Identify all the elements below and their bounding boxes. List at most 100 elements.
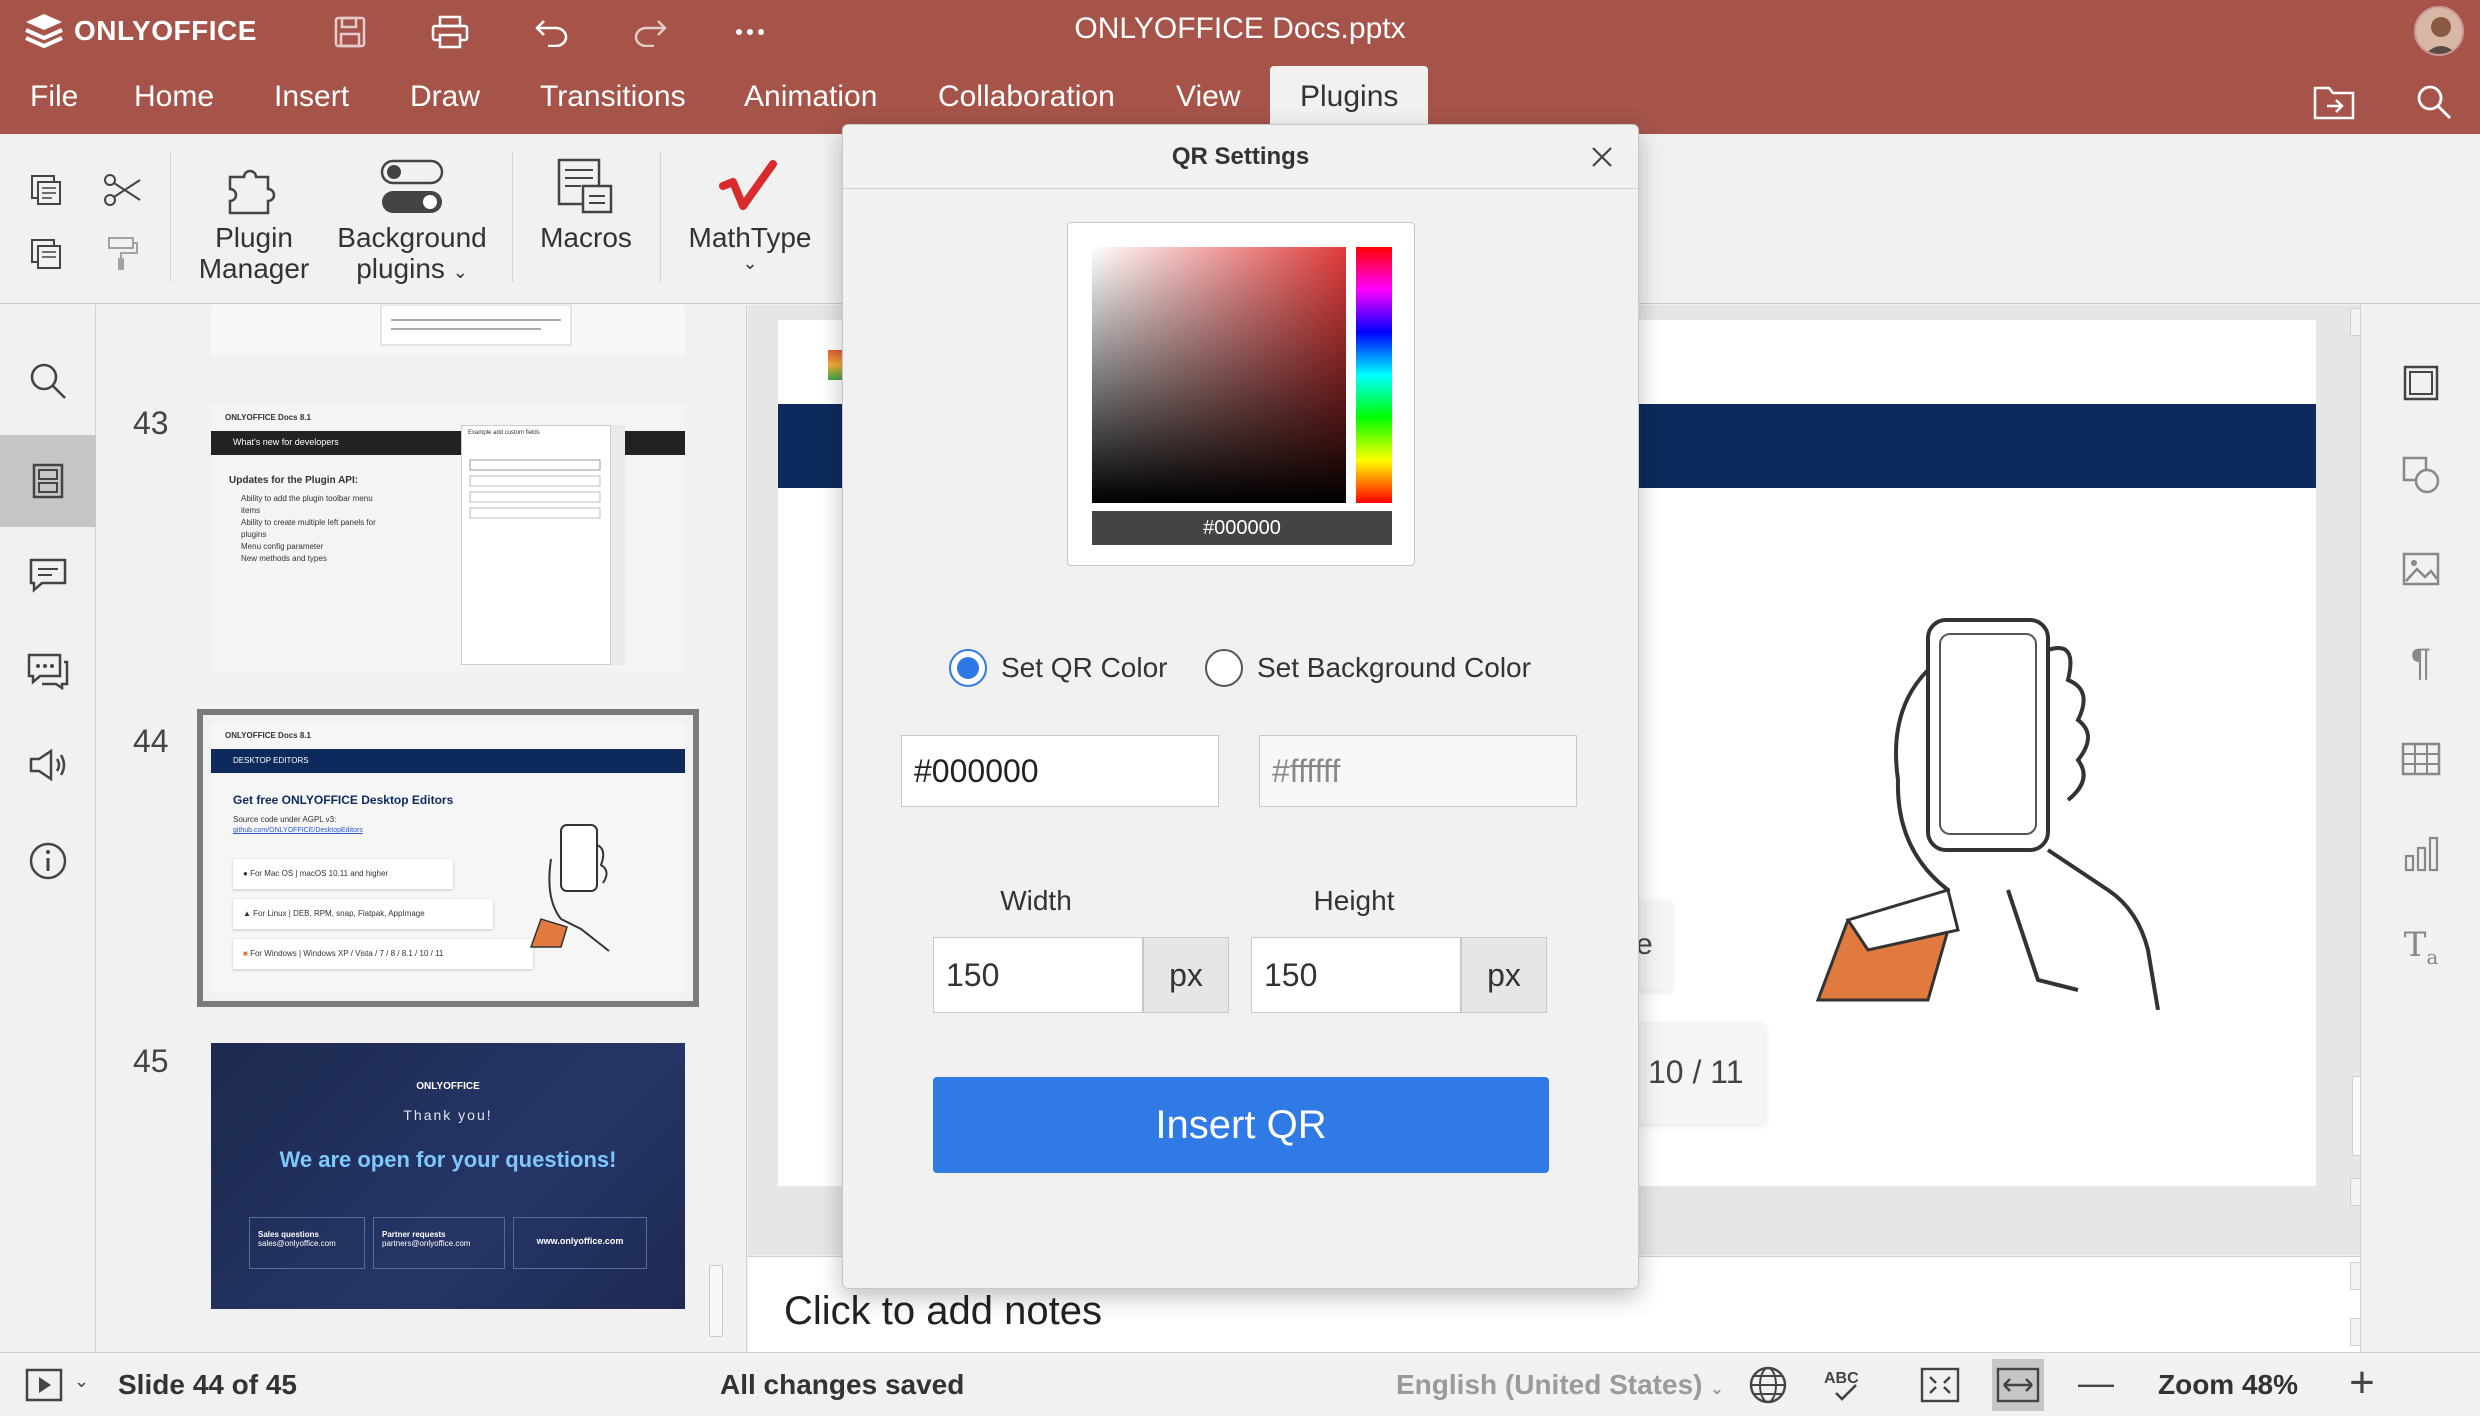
macros-button[interactable]: Macros (536, 154, 636, 253)
slides-panel: 43 ONLYOFFICE Docs 8.1 What's new for de… (97, 305, 747, 1352)
width-label: Width (1000, 885, 1072, 916)
puzzle-icon (219, 154, 289, 220)
dialog-title: QR Settings (1171, 143, 1310, 170)
zoom-in-button[interactable]: + (2340, 1361, 2384, 1405)
language-selector[interactable]: English (United States) ⌄ (1396, 1369, 1724, 1401)
slides-scrollbar[interactable] (709, 1265, 723, 1337)
fit-slide-icon[interactable] (1918, 1363, 1962, 1407)
notes-placeholder: Click to add notes (784, 1289, 1102, 1333)
thumb-headline: We are open for your questions! (279, 1147, 617, 1172)
thumb-os: For Mac OS (250, 869, 294, 878)
document-title: ONLYOFFICE Docs.pptx (1074, 12, 1406, 45)
slide-thumbnail-44[interactable]: ONLYOFFICE Docs 8.1 DESKTOP EDITORS Get … (197, 709, 699, 1007)
zoom-out-button[interactable]: — (2076, 1365, 2116, 1405)
slide-thumbnail-43[interactable]: ONLYOFFICE Docs 8.1 What's new for devel… (211, 405, 685, 673)
insert-qr-button[interactable]: Insert QR (933, 1077, 1549, 1173)
paste-icon[interactable] (18, 226, 74, 282)
close-button[interactable] (1586, 141, 1618, 173)
color-picker: #000000 (1067, 222, 1415, 566)
save-icon[interactable] (328, 10, 372, 54)
tab-insert[interactable]: Insert (244, 66, 379, 134)
slide-thumbnail-42[interactable] (211, 305, 685, 355)
thumb-bullet: Ability to add the plugin toolbar menu i… (241, 494, 373, 515)
height-label: Height (1313, 885, 1395, 916)
chevron-down-icon: ⌄ (74, 1371, 90, 1391)
height-input[interactable]: 150 (1251, 937, 1461, 1013)
fit-width-button[interactable] (1992, 1359, 2044, 1411)
width-unit: px (1143, 937, 1229, 1013)
shape-settings-icon[interactable] (2391, 445, 2451, 505)
chat-icon[interactable] (0, 625, 96, 717)
language-label: English (United States) (1396, 1369, 1703, 1400)
comments-icon[interactable] (0, 529, 96, 621)
copy-icon[interactable] (18, 162, 74, 218)
slideshow-options-button[interactable]: ⌄ (74, 1371, 89, 1392)
slides-thumbnails-icon[interactable] (0, 435, 96, 527)
toolbar-separator (660, 152, 661, 282)
table-settings-icon[interactable] (2391, 729, 2451, 789)
more-icon[interactable] (728, 10, 772, 54)
slide-counter: 10 / 11 (1648, 1054, 1744, 1090)
app-name: ONLYOFFICE (74, 15, 257, 46)
format-painter-icon[interactable] (94, 226, 150, 282)
background-plugins-button[interactable]: Background plugins ⌄ (332, 154, 492, 285)
set-qr-color-radio[interactable]: Set QR Color (949, 649, 1168, 687)
thumb-sidebar (611, 425, 625, 665)
mathtype-button[interactable]: MathType ⌄ (680, 154, 820, 274)
minus-icon: — (2078, 1362, 2114, 1403)
left-sidebar (0, 305, 96, 1352)
tab-draw[interactable]: Draw (380, 66, 510, 134)
image-settings-icon[interactable] (2391, 539, 2451, 599)
app-logo[interactable]: ONLYOFFICE (24, 10, 257, 52)
thumb-bullet: New methods and types (241, 554, 327, 563)
cut-icon[interactable] (94, 162, 150, 218)
tab-home[interactable]: Home (104, 66, 244, 134)
thumb-header: DESKTOP EDITORS (233, 756, 309, 765)
thumb-box-value: partners@onlyoffice.com (382, 1239, 471, 1248)
text-art-settings-icon[interactable]: Ta (2391, 917, 2451, 977)
thumb-contact-box: Partner requests partners@onlyoffice.com (373, 1217, 505, 1269)
slide-thumbnail-45[interactable]: ONLYOFFICE Thank you! We are open for yo… (211, 1043, 685, 1309)
mathtype-label: MathType (688, 222, 812, 253)
tab-file[interactable]: File (0, 66, 108, 134)
user-avatar[interactable] (2414, 6, 2464, 56)
background-color-input[interactable]: #ffffff (1259, 735, 1577, 807)
spellcheck-icon[interactable]: ABC (1822, 1365, 1866, 1405)
chart-settings-icon[interactable] (2391, 823, 2451, 883)
globe-icon[interactable] (1748, 1365, 1788, 1405)
background-plugins-label-2: plugins ⌄ (356, 253, 468, 284)
status-bar: ⌄ Slide 44 of 45 All changes saved Engli… (0, 1352, 2480, 1416)
search-icon[interactable] (0, 335, 96, 427)
redo-icon[interactable] (628, 10, 672, 54)
svg-text:ABC: ABC (1824, 1370, 1859, 1387)
radio-button-selected[interactable] (949, 649, 987, 687)
linux-icon: ▲ (243, 909, 251, 918)
paragraph-settings-icon[interactable]: ¶ (2391, 633, 2451, 693)
qr-color-input[interactable]: #000000 (901, 735, 1219, 807)
thumb-os: For Windows (250, 949, 297, 958)
slide-settings-icon[interactable] (2391, 353, 2451, 413)
macros-label: Macros (540, 222, 632, 253)
start-slideshow-button[interactable] (22, 1367, 66, 1403)
thumb-brand: ONLYOFFICE Docs 8.1 (225, 731, 311, 740)
info-icon[interactable] (0, 815, 96, 907)
print-icon[interactable] (428, 10, 472, 54)
tab-transitions[interactable]: Transitions (510, 66, 716, 134)
header-bar: ONLYOFFICE ONLYOFFICE Docs.pptx File Hom… (0, 0, 2480, 134)
thumb-heading: Updates for the Plugin API: (229, 475, 359, 486)
width-input[interactable]: 150 (933, 937, 1143, 1013)
undo-icon[interactable] (530, 10, 574, 54)
speaker-icon[interactable] (0, 719, 96, 811)
plugin-manager-button[interactable]: Plugin Manager (196, 154, 312, 285)
saturation-area[interactable] (1092, 247, 1346, 503)
height-unit: px (1461, 937, 1547, 1013)
chevron-down-icon: ⌄ (742, 253, 758, 274)
hue-slider[interactable] (1356, 247, 1392, 503)
thumb-os-row: ■ For Windows | Windows XP / Vista / 7 /… (233, 939, 533, 969)
set-background-color-radio[interactable]: Set Background Color (1205, 649, 1531, 687)
radio-button[interactable] (1205, 649, 1243, 687)
thumb-brand: ONLYOFFICE Docs 8.1 (225, 413, 311, 422)
partial-card: e (1636, 900, 1672, 990)
open-location-icon[interactable] (2310, 78, 2358, 126)
search-icon[interactable] (2410, 78, 2458, 126)
